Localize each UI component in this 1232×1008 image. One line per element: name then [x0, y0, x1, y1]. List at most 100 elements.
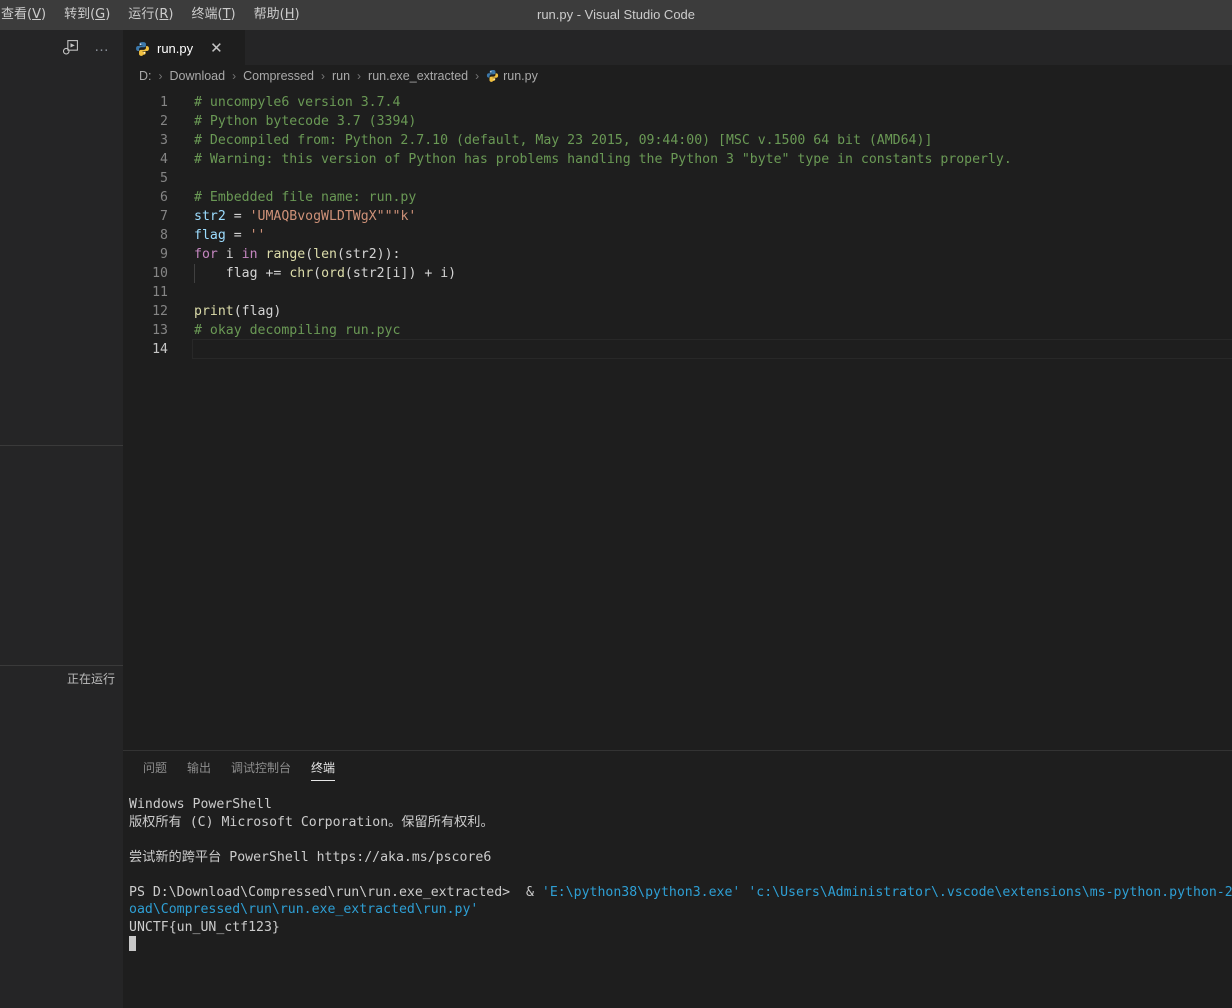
code-token: # Decompiled from: Python 2.7.10 (defaul… [194, 133, 933, 148]
code-token: # okay decompiling run.pyc [194, 323, 401, 338]
line-content: # uncompyle6 version 3.7.4 [194, 93, 1232, 112]
breadcrumb-item-0[interactable]: D: [139, 69, 152, 83]
terminal-token: oad\Compressed\run\run.exe_extracted\run… [129, 902, 479, 917]
line-number: 4 [160, 152, 168, 167]
menu-mnemonic: T [222, 7, 231, 22]
menu-item-2[interactable]: 运行(R) [119, 0, 182, 30]
menu-mnemonic: R [159, 7, 169, 22]
code-token: # Warning: this version of Python has pr… [194, 152, 1012, 167]
breadcrumb-separator: › [357, 69, 362, 83]
sidebar-divider-top [0, 445, 123, 446]
code-token: chr [289, 266, 314, 281]
code-editor[interactable]: 1 # uncompyle6 version 3.7.4 2 # Python byt… [123, 87, 1232, 359]
menu-item-label: 帮助(H) [253, 7, 300, 22]
line-number: 7 [160, 209, 168, 224]
editor-group: run.py ✕ D: › Download › Compressed › run › run.… [123, 30, 1232, 1008]
breadcrumb-label: run.py [503, 69, 538, 83]
title-bar: 查看(V) 转到(G) 运行(R) 终端(T) 帮助(H) run.py - Visua… [0, 0, 1232, 30]
menu-item-0[interactable]: 查看(V) [0, 0, 55, 30]
breadcrumb-item-4[interactable]: run.exe_extracted [368, 69, 468, 83]
line-content: str2 = 'UMAQBvogWLDTWgX"""k' [194, 207, 1232, 226]
breadcrumb-item-3[interactable]: run [332, 69, 350, 83]
code-token: '' [249, 228, 266, 243]
code-token: (flag) [233, 304, 282, 319]
line-content: for i in range(len(str2)): [194, 245, 1232, 264]
code-line[interactable]: 6 # Embedded file name: run.py [123, 188, 1232, 207]
line-number: 5 [160, 171, 168, 186]
line-content: # Decompiled from: Python 2.7.10 (defaul… [194, 131, 1232, 150]
code-line[interactable]: 4 # Warning: this version of Python has p… [123, 150, 1232, 169]
terminal-token: 尝试新的跨平台 PowerShell https://aka.ms/pscore… [129, 849, 492, 865]
breadcrumb-item-2[interactable]: Compressed [243, 69, 314, 83]
tab-label: run.py [157, 40, 194, 56]
panel-tab-3[interactable]: 终端 [311, 751, 336, 786]
terminal-line: oad\Compressed\run\run.exe_extracted\run… [129, 901, 1232, 919]
editor-tab-bar: run.py ✕ [123, 30, 1232, 65]
code-line[interactable]: 10 flag += chr(ord(str2[i]) + i) [123, 264, 1232, 283]
terminal-token: 'c:\Users\Administrator\.vscode\extensio… [748, 884, 1232, 900]
breadcrumb: D: › Download › Compressed › run › run.exe_extra… [123, 65, 1232, 87]
code-token: flag [194, 228, 226, 243]
code-line[interactable]: 2 # Python bytecode 3.7 (3394) [123, 112, 1232, 131]
line-number: 14 [152, 342, 168, 357]
breadcrumb-item-1[interactable]: Download [170, 69, 226, 83]
panel-tab-1[interactable]: 输出 [187, 751, 211, 786]
code-line[interactable]: 13 # okay decompiling run.pyc [123, 321, 1232, 340]
line-content: flag = '' [194, 226, 1232, 245]
menu-bar: 查看(V) 转到(G) 运行(R) 终端(T) 帮助(H) [0, 0, 309, 30]
line-number: 3 [160, 133, 168, 148]
code-line[interactable]: 1 # uncompyle6 version 3.7.4 [123, 93, 1232, 112]
terminal-token: & [518, 884, 542, 900]
tab-run-py[interactable]: run.py ✕ [123, 30, 245, 65]
line-number: 8 [160, 228, 168, 243]
line-content: # Warning: this version of Python has pr… [194, 150, 1232, 169]
menu-item-label: 终端(T) [191, 7, 236, 22]
breadcrumb-item-5[interactable]: run.py [486, 69, 538, 83]
menu-item-3[interactable]: 终端(T) [183, 0, 245, 30]
code-line[interactable]: 12 print(flag) [123, 302, 1232, 321]
terminal-cursor [129, 936, 136, 951]
menu-item-4[interactable]: 帮助(H) [245, 0, 309, 30]
breadcrumb-separator: › [158, 69, 163, 83]
line-content: print(flag) [194, 302, 1232, 321]
sidebar-header: … [0, 30, 123, 65]
code-line[interactable]: 14 [123, 339, 1232, 359]
code-token: += [265, 266, 282, 281]
more-actions-icon[interactable]: … [91, 36, 113, 58]
vscode-window: 查看(V) 转到(G) 运行(R) 终端(T) 帮助(H) run.py - Visua… [0, 0, 1232, 1008]
code-token: len [313, 247, 337, 262]
code-line[interactable]: 7 str2 = 'UMAQBvogWLDTWgX"""k' [123, 207, 1232, 226]
terminal-output[interactable]: Windows PowerShell 版权所有 (C) Microsoft Cor… [123, 786, 1232, 1008]
indent-guide [194, 264, 195, 283]
terminal-cursor-line [129, 936, 1232, 954]
code-token: # Python bytecode 3.7 (3394) [194, 114, 417, 129]
code-line[interactable]: 8 flag = '' [123, 226, 1232, 245]
menu-item-label: 查看(V) [1, 7, 47, 22]
line-number: 11 [152, 285, 168, 300]
code-line[interactable]: 9 for i in range(len(str2)): [123, 245, 1232, 264]
code-token: i [217, 247, 242, 262]
line-content: # Embedded file name: run.py [194, 188, 1232, 207]
line-content [194, 283, 1232, 302]
panel-tab-2[interactable]: 调试控制台 [231, 751, 291, 786]
terminal-line: UNCTF{un_UN_ctf123} [129, 919, 1232, 937]
menu-item-label: 运行(R) [128, 7, 174, 22]
line-number: 10 [152, 266, 168, 281]
python-file-icon [487, 69, 499, 82]
code-token: in [241, 247, 258, 262]
code-line[interactable]: 5 [123, 169, 1232, 188]
code-line[interactable]: 3 # Decompiled from: Python 2.7.10 (defau… [123, 131, 1232, 150]
code-line[interactable]: 11 [123, 283, 1232, 302]
line-number: 9 [160, 247, 168, 262]
line-content [194, 169, 1232, 188]
menu-item-1[interactable]: 转到(G) [55, 0, 119, 30]
breadcrumb-label: Download [169, 69, 226, 83]
panel-tab-0[interactable]: 问题 [143, 751, 167, 786]
terminal-line: 版权所有 (C) Microsoft Corporation。保留所有权利。 [129, 814, 1232, 832]
code-token: for [194, 247, 218, 262]
breadcrumb-separator: › [232, 69, 237, 83]
run-and-debug-icon[interactable] [59, 36, 81, 58]
close-icon[interactable]: ✕ [210, 41, 223, 56]
